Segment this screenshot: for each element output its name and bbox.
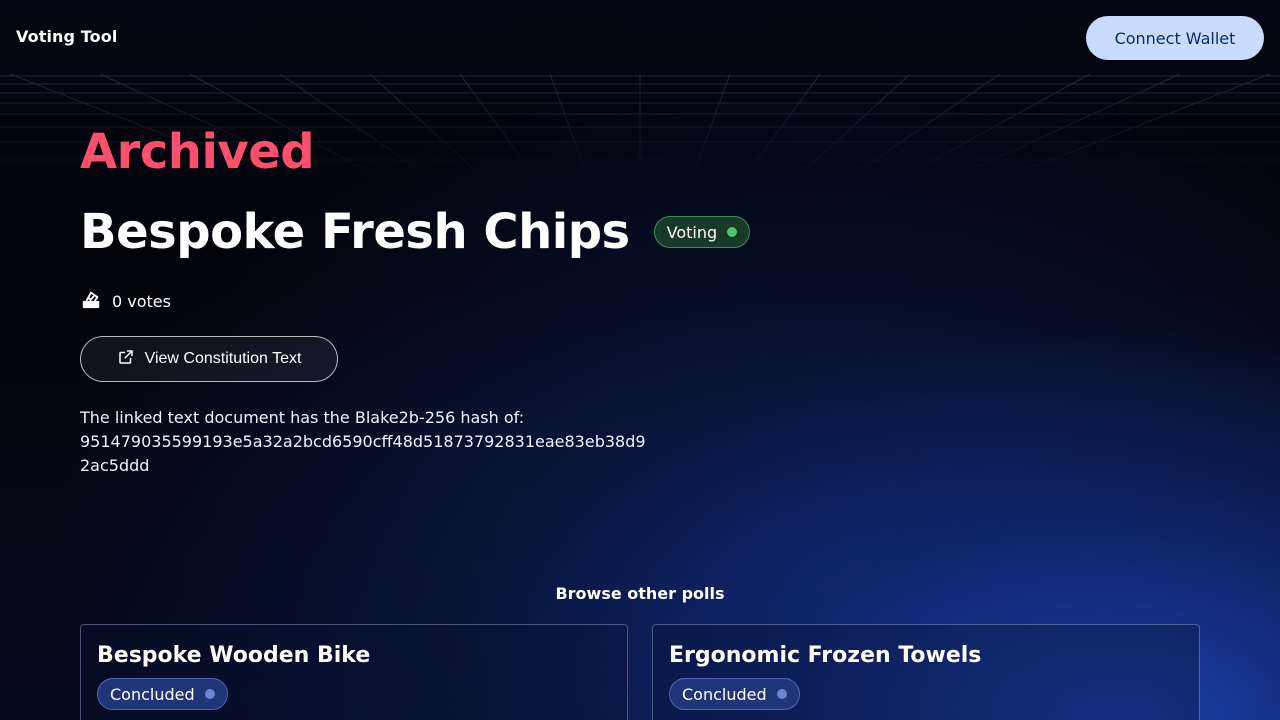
vote-count: 0 votes xyxy=(80,288,171,314)
status-badge: Voting xyxy=(653,216,751,248)
status-badge-label: Voting xyxy=(666,222,718,242)
view-constitution-button[interactable]: View Constitution Text xyxy=(80,336,338,382)
connect-wallet-button[interactable]: Connect Wallet xyxy=(1086,16,1264,60)
poll-card-title: Ergonomic Frozen Towels xyxy=(669,643,982,668)
status-badge: Concluded xyxy=(669,678,800,710)
view-constitution-label: View Constitution Text xyxy=(144,350,302,367)
browse-heading: Browse other polls xyxy=(555,584,725,603)
brand-title: Voting Tool xyxy=(16,27,118,46)
status-dot-icon xyxy=(727,227,738,237)
status-dot-icon xyxy=(204,689,215,699)
hash-intro: The linked text document has the Blake2b… xyxy=(80,408,525,427)
status-badge: Concluded xyxy=(97,678,228,710)
poll-title: Bespoke Fresh Chips xyxy=(80,204,630,260)
ballot-box-icon xyxy=(80,288,102,314)
poll-title-row: Bespoke Fresh Chips Voting xyxy=(80,204,751,260)
hash-value: 951479035599193e5a32a2bcd6590cff48d51873… xyxy=(80,432,646,475)
top-bar: Voting Tool Connect Wallet xyxy=(0,0,1280,74)
status-badge-label: Concluded xyxy=(110,684,195,704)
external-link-icon xyxy=(117,348,135,371)
archived-heading: Archived xyxy=(80,124,315,180)
vote-count-text: 0 votes xyxy=(112,291,171,311)
poll-card-title: Bespoke Wooden Bike xyxy=(97,643,371,668)
poll-card[interactable]: Ergonomic Frozen Towels Concluded xyxy=(652,624,1200,720)
status-badge-label: Concluded xyxy=(682,684,767,704)
hash-info: The linked text document has the Blake2b… xyxy=(80,406,650,478)
poll-card[interactable]: Bespoke Wooden Bike Concluded xyxy=(80,624,628,720)
status-dot-icon xyxy=(776,689,787,699)
